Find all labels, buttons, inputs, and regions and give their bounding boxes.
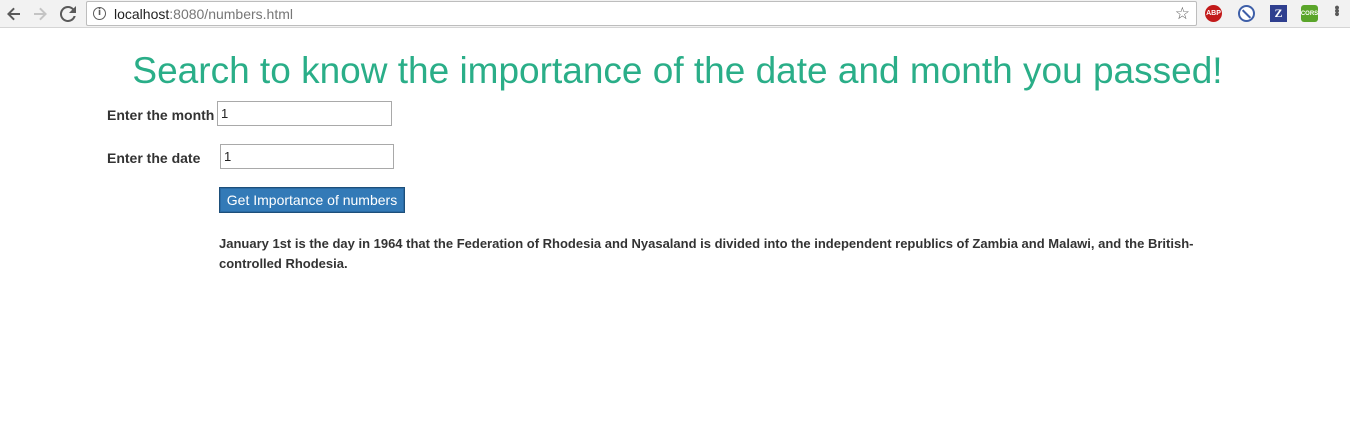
zotero-icon[interactable]: Z (1270, 5, 1287, 22)
result-text: January 1st is the day in 1964 that the … (219, 236, 1194, 271)
info-icon[interactable]: i (93, 7, 106, 20)
date-label: Enter the date (107, 150, 201, 166)
month-label: Enter the month (107, 107, 215, 123)
forward-arrow-icon[interactable] (30, 4, 50, 24)
address-bar[interactable]: i localhost:8080/numbers.html ☆ (86, 1, 1197, 26)
reload-icon[interactable] (58, 4, 78, 24)
get-importance-button[interactable]: Get Importance of numbers (219, 187, 405, 213)
adblock-plus-icon[interactable]: ABP (1205, 5, 1222, 22)
bookmark-star-icon[interactable]: ☆ (1175, 4, 1190, 24)
block-extension-icon[interactable] (1238, 5, 1255, 22)
date-input[interactable] (220, 144, 394, 169)
page-title: Search to know the importance of the dat… (132, 50, 1223, 91)
cors-icon[interactable]: CORS (1301, 5, 1318, 22)
browser-menu-icon[interactable]: ••• (1328, 5, 1345, 15)
month-input[interactable] (217, 101, 392, 126)
browser-toolbar: i localhost:8080/numbers.html ☆ ABP Z CO… (0, 0, 1350, 28)
url-text[interactable]: localhost:8080/numbers.html (114, 6, 293, 22)
back-arrow-icon[interactable] (4, 4, 24, 24)
